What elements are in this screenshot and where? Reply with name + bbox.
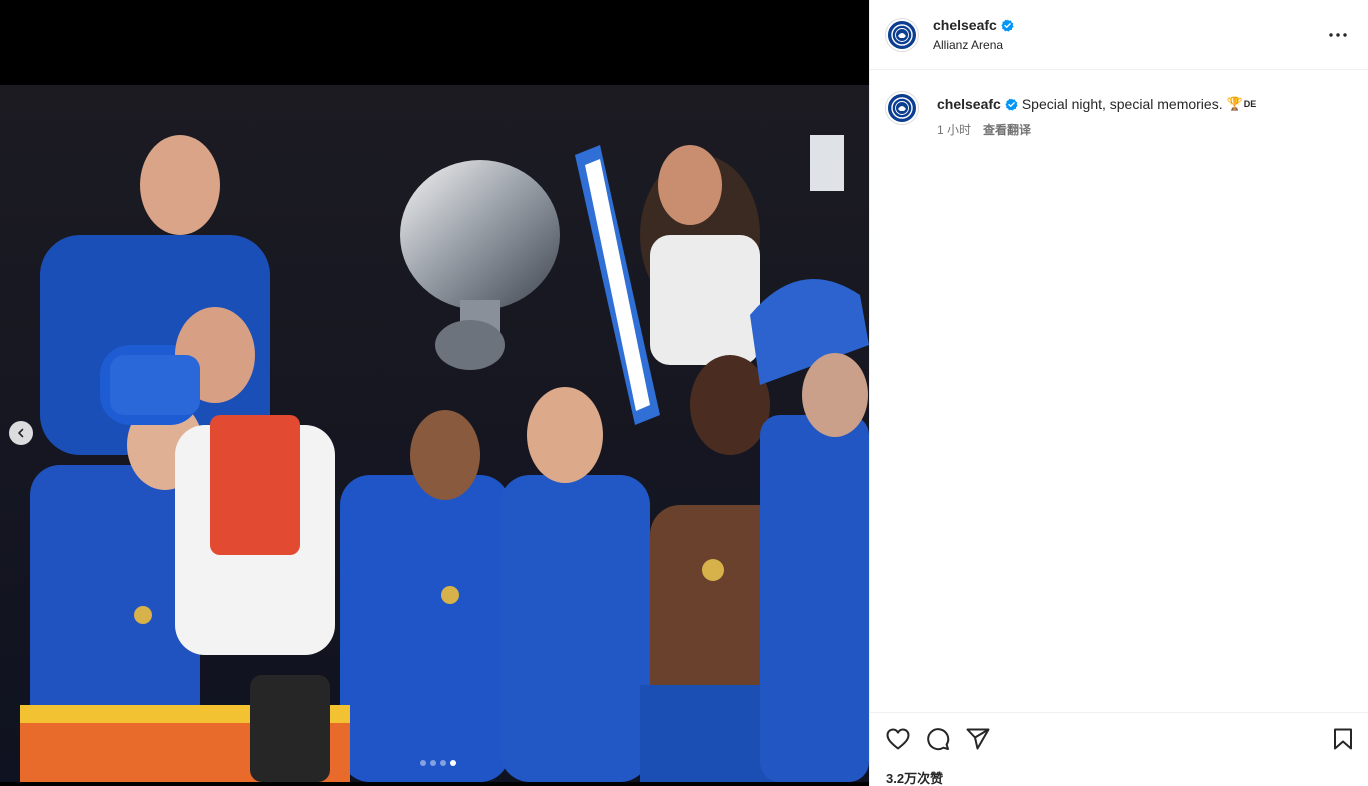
location-link[interactable]: Allianz Arena xyxy=(933,38,1014,52)
more-options-icon xyxy=(1329,32,1347,37)
like-count[interactable]: 3.2万次赞 xyxy=(886,768,1353,786)
post-photo[interactable] xyxy=(0,85,869,782)
carousel-indicators xyxy=(420,760,456,766)
carousel-prev-button[interactable] xyxy=(9,421,33,445)
comments-section: chelseafc Special night, special memorie… xyxy=(870,70,1368,138)
caption-username[interactable]: chelseafc xyxy=(937,96,1001,112)
trophy-celebration-photo xyxy=(0,85,869,782)
bookmark-icon xyxy=(1334,728,1352,750)
instagram-post-view: chelseafc Allianz Arena chelseafc Specia… xyxy=(0,0,1368,786)
carousel-dot xyxy=(430,760,436,766)
carousel-dot xyxy=(420,760,426,766)
carousel-dot-active xyxy=(450,760,456,766)
club-crest-icon xyxy=(891,23,913,46)
club-crest-icon xyxy=(891,97,913,119)
comment-button[interactable] xyxy=(926,719,966,759)
see-translation-link[interactable]: 查看翻译 xyxy=(983,121,1031,138)
action-bar: 3.2万次赞 xyxy=(870,712,1368,786)
chevron-left-icon xyxy=(18,428,24,438)
paper-plane-icon xyxy=(966,728,990,750)
caption-comment: chelseafc Special night, special memorie… xyxy=(886,92,1352,138)
carousel-dot xyxy=(440,760,446,766)
heart-icon xyxy=(886,728,910,750)
username[interactable]: chelseafc xyxy=(933,17,997,34)
verified-badge-icon xyxy=(1005,97,1018,111)
share-button[interactable] xyxy=(966,719,1006,759)
avatar[interactable] xyxy=(886,92,918,124)
post-timestamp: 1 小时 xyxy=(937,123,972,137)
avatar[interactable] xyxy=(886,18,918,51)
media-pane xyxy=(0,0,869,786)
caption-text: Special night, special memories. xyxy=(1021,96,1223,112)
like-button[interactable] xyxy=(886,719,926,759)
post-details-panel: chelseafc Allianz Arena chelseafc Specia… xyxy=(869,0,1368,786)
verified-badge-icon xyxy=(1001,19,1014,32)
comment-bubble-icon xyxy=(927,728,950,751)
trophy-emoji: 🏆 xyxy=(1226,96,1243,111)
save-button[interactable] xyxy=(1323,719,1353,759)
more-options-button[interactable] xyxy=(1324,21,1352,49)
caption-extra: DE xyxy=(1243,99,1257,109)
post-header: chelseafc Allianz Arena xyxy=(870,0,1368,70)
